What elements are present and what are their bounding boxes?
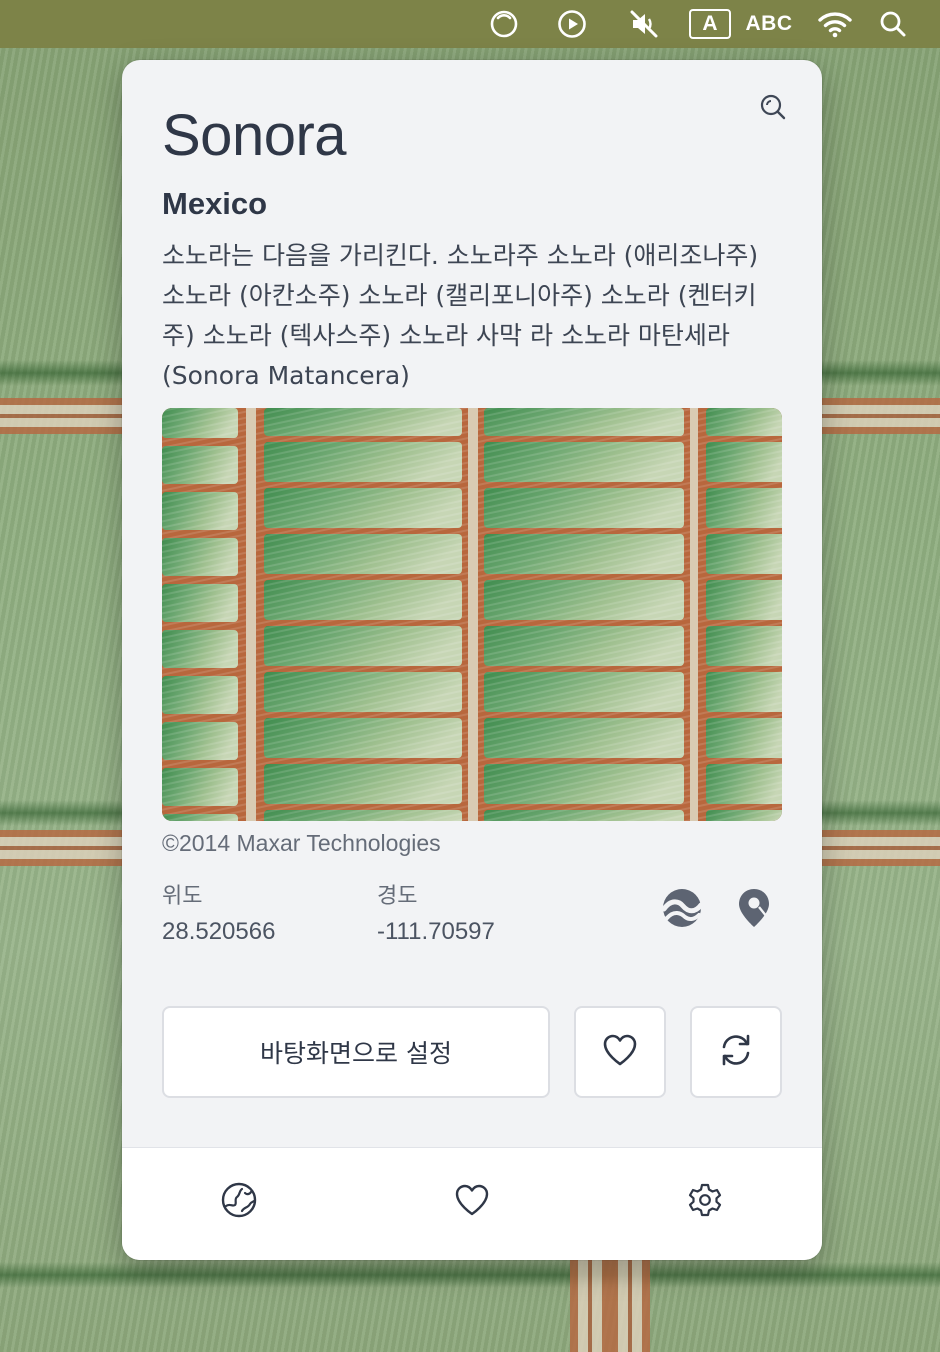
- tab-bar: [122, 1147, 822, 1260]
- gear-icon: [687, 1182, 723, 1223]
- map-pin-icon[interactable]: [732, 886, 776, 930]
- wallpaper-field-edge: [0, 1262, 940, 1288]
- latitude-value: 28.520566: [162, 918, 276, 945]
- wifi-icon[interactable]: [800, 0, 870, 48]
- set-wallpaper-button[interactable]: 바탕화면으로 설정: [162, 1006, 550, 1098]
- tab-favorites[interactable]: [448, 1178, 496, 1226]
- mute-icon[interactable]: [606, 0, 682, 48]
- location-popover: Sonora Mexico 소노라는 다음을 가리킨다. 소노라주 소노라 (애…: [122, 60, 822, 1260]
- set-wallpaper-label: 바탕화면으로 설정: [260, 1039, 452, 1068]
- place-country: Mexico: [162, 186, 268, 221]
- search-zoom-icon[interactable]: [758, 92, 788, 122]
- spotlight-search-icon[interactable]: [870, 0, 916, 48]
- aerial-photo: [162, 408, 782, 821]
- input-source-letter: A: [689, 9, 731, 39]
- google-earth-icon[interactable]: [660, 886, 704, 930]
- heart-icon: [602, 1033, 638, 1072]
- photo-copyright: ©2014 Maxar Technologies: [162, 830, 441, 856]
- tab-settings[interactable]: [681, 1178, 729, 1226]
- latitude-block: 위도 28.520566: [162, 878, 275, 946]
- heart-icon: [454, 1183, 490, 1222]
- input-source-text: ABC: [745, 12, 793, 35]
- spinner-icon[interactable]: [470, 0, 538, 48]
- refresh-icon: [718, 1032, 754, 1073]
- favorite-button[interactable]: [574, 1006, 666, 1098]
- place-title: Sonora: [162, 103, 347, 168]
- tab-explore[interactable]: [215, 1178, 263, 1226]
- input-source-label[interactable]: ABC: [738, 0, 800, 48]
- longitude-block: 경도 -111.70597: [377, 878, 495, 946]
- longitude-value: -111.70597: [377, 918, 495, 945]
- longitude-label: 경도: [377, 884, 418, 909]
- place-description: 소노라는 다음을 가리킨다. 소노라주 소노라 (애리조나주) 소노라 (아칸소…: [162, 241, 759, 390]
- menu-bar: A ABC: [0, 0, 940, 48]
- play-circle-icon[interactable]: [538, 0, 606, 48]
- latitude-label: 위도: [162, 884, 203, 909]
- refresh-button[interactable]: [690, 1006, 782, 1098]
- input-source-a-icon[interactable]: A: [682, 0, 738, 48]
- globe-icon: [220, 1181, 258, 1224]
